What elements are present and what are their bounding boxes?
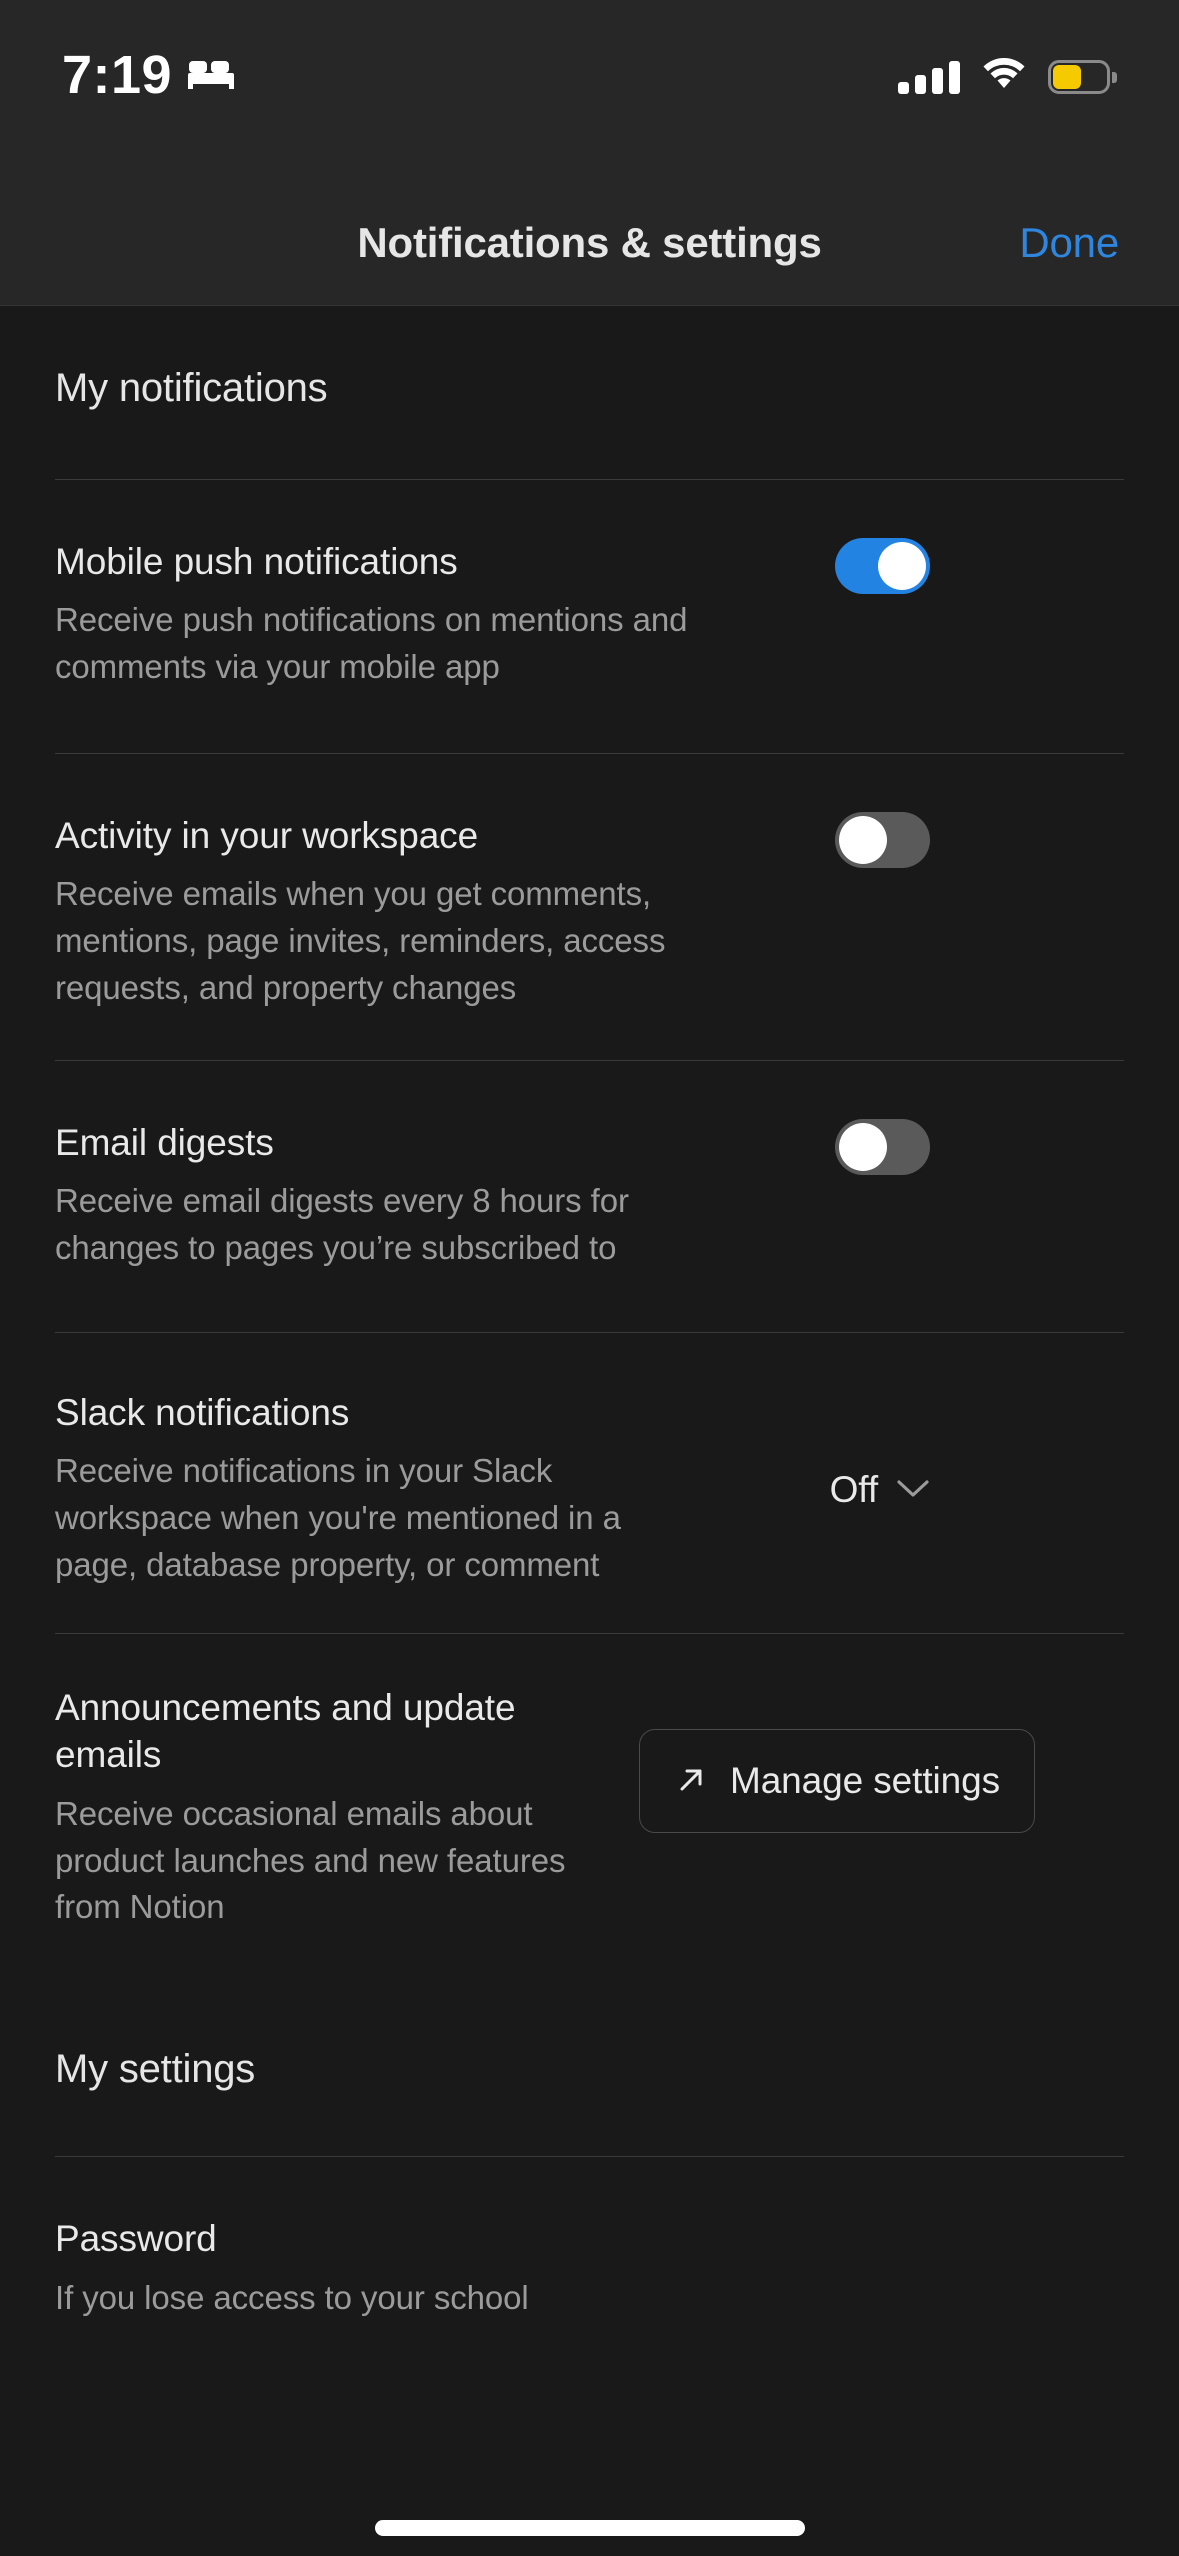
setting-description: Receive occasional emails about product …: [55, 1794, 566, 1926]
settings-scroll-view[interactable]: My notifications Mobile push notificatio…: [0, 306, 1179, 2556]
setting-control: [690, 538, 930, 594]
setting-description: Receive notifications in your Slack work…: [55, 1452, 621, 1584]
setting-control: [690, 812, 930, 869]
setting-description: Receive emails when you get comments, me…: [55, 875, 666, 1007]
manage-settings-label: Manage settings: [729, 1760, 1000, 1802]
setting-row-text: Email digests Receive email digests ever…: [55, 1119, 690, 1272]
setting-row-slack-notifications[interactable]: Slack notifications Receive notification…: [0, 1389, 1179, 1589]
section-heading-my-notifications: My notifications: [55, 366, 328, 410]
slack-notifications-select[interactable]: Off: [830, 1469, 930, 1511]
setting-title: Announcements and update emails: [55, 1687, 516, 1776]
setting-description: If you lose access to your school: [55, 2278, 529, 2316]
status-bar-clock: 7:19: [62, 45, 173, 105]
status-bar-right: [898, 48, 1117, 95]
setting-row-text: Announcements and update emails Receive …: [55, 1684, 615, 1931]
bed-icon: [188, 57, 235, 94]
setting-title: Email digests: [55, 1122, 274, 1164]
setting-title: Slack notifications: [55, 1392, 350, 1434]
setting-row-announcements[interactable]: Announcements and update emails Receive …: [0, 1684, 1179, 1931]
setting-title: Password: [55, 2218, 217, 2260]
status-bar-left: 7:19: [62, 45, 235, 105]
wifi-icon: [982, 58, 1026, 95]
setting-row-mobile-push[interactable]: Mobile push notifications Receive push n…: [0, 538, 1179, 691]
navigation-bar: Notifications & settings Done: [0, 180, 1179, 306]
toggle-knob: [878, 542, 926, 590]
arrow-up-right-icon: [674, 1763, 708, 1800]
setting-row-text: Activity in your workspace Receive email…: [55, 812, 690, 1012]
slack-notifications-value: Off: [829, 1469, 878, 1511]
setting-description: Receive email digests every 8 hours for …: [55, 1182, 629, 1267]
phone-screen: 7:19 Notifications & settings Done My no…: [0, 0, 1179, 2556]
setting-row-password[interactable]: Password If you lose access to your scho…: [0, 2215, 1179, 2321]
setting-row-workspace-activity[interactable]: Activity in your workspace Receive email…: [0, 812, 1179, 1012]
setting-row-text: Mobile push notifications Receive push n…: [55, 538, 690, 691]
setting-control: Off: [690, 1389, 930, 1511]
section-heading-my-settings: My settings: [55, 2047, 256, 2092]
setting-description: Receive push notifications on mentions a…: [55, 601, 688, 686]
setting-title: Activity in your workspace: [55, 815, 479, 857]
manage-settings-button[interactable]: Manage settings: [638, 1729, 1035, 1834]
toggle-knob: [839, 1123, 887, 1172]
done-button[interactable]: Done: [999, 180, 1139, 305]
email-digests-toggle[interactable]: [835, 1119, 930, 1176]
cellular-signal-icon: [898, 60, 960, 94]
chevron-down-icon: [896, 1479, 930, 1502]
battery-icon: [1048, 59, 1117, 94]
toggle-knob: [839, 816, 887, 865]
setting-control: [690, 1119, 930, 1176]
workspace-activity-toggle[interactable]: [835, 812, 930, 869]
setting-row-text: Slack notifications Receive notification…: [55, 1389, 690, 1589]
setting-row-text: Password If you lose access to your scho…: [55, 2215, 690, 2321]
home-indicator[interactable]: [374, 2520, 805, 2536]
setting-title: Mobile push notifications: [55, 541, 458, 582]
status-bar: 7:19: [0, 0, 1179, 180]
mobile-push-toggle[interactable]: [835, 538, 930, 594]
setting-row-email-digests[interactable]: Email digests Receive email digests ever…: [0, 1119, 1179, 1272]
setting-control: Manage settings: [615, 1684, 1035, 1834]
